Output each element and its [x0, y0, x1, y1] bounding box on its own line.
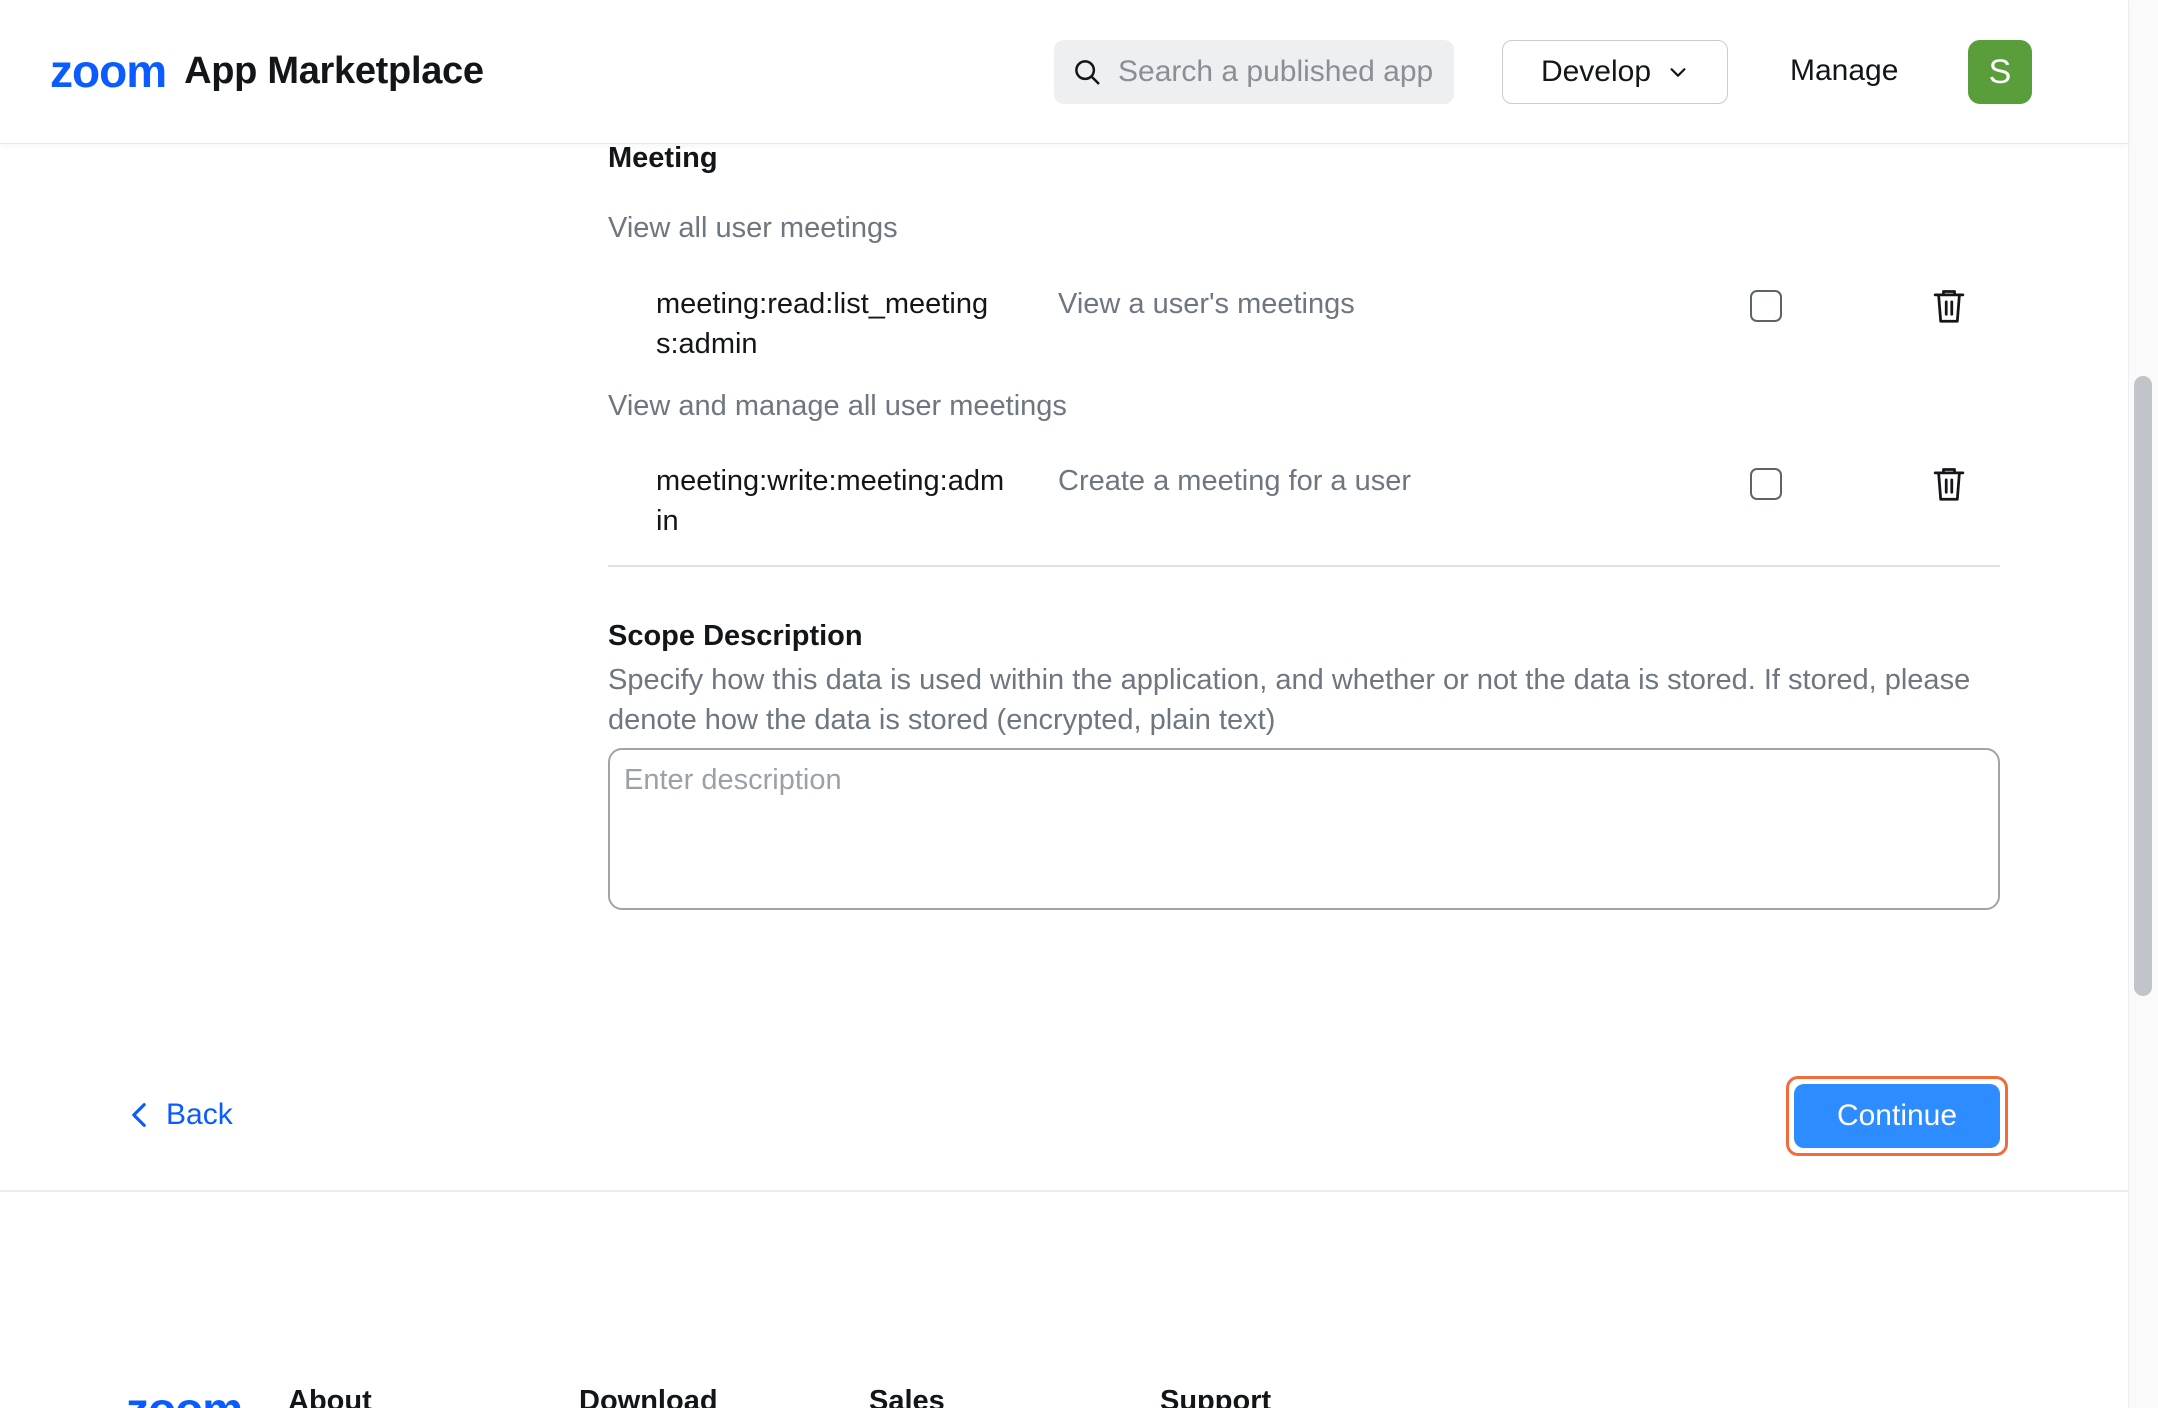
scope-description: Create a meeting for a user	[1058, 465, 1412, 497]
footer-col-about: About	[288, 1385, 372, 1408]
scope-description-title: Scope Description	[608, 620, 863, 652]
scope-description-input[interactable]	[608, 748, 2000, 910]
footer-col-download: Download	[579, 1385, 718, 1408]
develop-label: Develop	[1540, 55, 1652, 88]
divider	[608, 565, 2000, 567]
manage-link[interactable]: Manage	[1790, 54, 1898, 88]
top-header: zoom App Marketplace Develop Manage S	[0, 0, 2128, 144]
trash-icon[interactable]	[1932, 466, 1966, 502]
footer-zoom-logo[interactable]: zoom	[126, 1382, 243, 1408]
back-label: Back	[166, 1098, 233, 1131]
avatar[interactable]: S	[1968, 40, 2032, 104]
scope-group-label: View and manage all user meetings	[608, 390, 1067, 422]
zoom-logo: zoom	[50, 45, 167, 97]
brand[interactable]: zoom App Marketplace	[50, 44, 484, 98]
scope-checkbox[interactable]	[1750, 468, 1782, 500]
chevron-left-icon	[132, 1103, 146, 1127]
scope-group-label: View all user meetings	[608, 212, 898, 244]
search-box[interactable]	[1054, 40, 1454, 104]
chevron-down-icon	[1670, 68, 1686, 77]
trash-icon[interactable]	[1932, 288, 1966, 324]
footer-col-support: Support	[1160, 1385, 1272, 1408]
footer-col-sales: Sales	[869, 1385, 945, 1408]
develop-dropdown[interactable]: Develop	[1502, 40, 1728, 104]
search-input[interactable]	[1118, 55, 1438, 89]
scrollbar-thumb[interactable]	[2134, 376, 2152, 996]
continue-button[interactable]: Continue	[1794, 1084, 2000, 1148]
footer-divider	[0, 1190, 2128, 1192]
app-marketplace-title: App Marketplace	[184, 49, 484, 92]
section-title-meeting: Meeting	[608, 142, 718, 174]
back-button[interactable]: Back	[128, 1098, 233, 1132]
scope-description: View a user's meetings	[1058, 288, 1355, 320]
scope-name: meeting:write:meeting:admin	[656, 465, 1005, 537]
scope-checkbox[interactable]	[1750, 290, 1782, 322]
search-icon	[1075, 60, 1100, 85]
scope-description-help: Specify how this data is used within the…	[608, 664, 1971, 736]
scope-name: meeting:read:list_meetings:admin	[656, 288, 989, 360]
